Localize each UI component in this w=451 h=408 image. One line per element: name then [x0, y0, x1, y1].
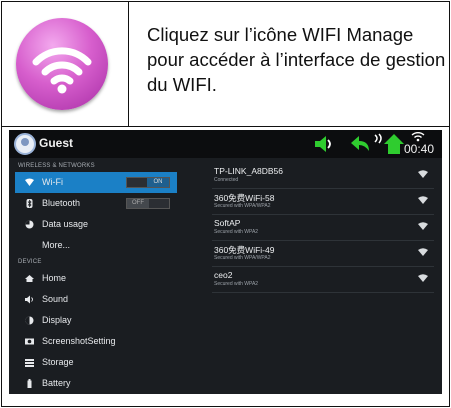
- toggle-state: OFF: [127, 199, 149, 208]
- network-status: Secured with WPA2: [214, 229, 259, 235]
- settings-menu: WIRELESS & NETWORKS Wi-Fi ON Bluetooth O…: [15, 160, 177, 394]
- back-icon[interactable]: [349, 133, 373, 155]
- bluetooth-toggle[interactable]: OFF: [126, 198, 170, 209]
- settings-item-label: Display: [42, 315, 72, 325]
- instruction-cell: Cliquez sur l’icône WIFI Manage pour acc…: [129, 2, 449, 126]
- settings-item-label: Data usage: [42, 219, 89, 229]
- settings-item-label: Sound: [42, 294, 69, 304]
- section-title-device: DEVICE: [18, 259, 42, 265]
- settings-item-home[interactable]: Home: [15, 268, 177, 289]
- battery-icon: [27, 379, 32, 388]
- wifi-signal-lock-icon: [418, 196, 428, 204]
- settings-item-label: Wi-Fi: [42, 177, 63, 187]
- avatar: [14, 133, 36, 155]
- wifi-toggle[interactable]: ON: [126, 177, 170, 188]
- section-title-wireless: WIRELESS & NETWORKS: [18, 163, 95, 169]
- volume-icon[interactable]: [313, 133, 335, 155]
- settings-item-storage[interactable]: Storage: [15, 352, 177, 373]
- recent-apps-icon[interactable]: [373, 133, 383, 145]
- network-name: ceo2: [214, 270, 233, 280]
- wifi-network-item[interactable]: 360免费WiFi-49 Secured with WPA/WPA2: [212, 241, 434, 267]
- wifi-signal-icon: [411, 132, 425, 142]
- network-name: TP-LINK_A8DB56: [214, 166, 283, 176]
- settings-item-label: Storage: [42, 357, 74, 367]
- settings-item-screenshot[interactable]: ScreenshotSetting: [15, 331, 177, 352]
- wifi-network-item[interactable]: ceo2 Secured with WPA2: [212, 267, 434, 293]
- wifi-manage-app-icon[interactable]: [16, 18, 108, 110]
- home-icon[interactable]: [383, 133, 405, 155]
- wifi-network-item[interactable]: TP-LINK_A8DB56 Connected: [212, 163, 434, 189]
- network-status: Secured with WPA2: [214, 281, 259, 287]
- settings-item-display[interactable]: Display: [15, 310, 177, 331]
- settings-item-label: Home: [42, 273, 67, 283]
- network-status: Secured with WPA/WPA2: [214, 255, 271, 261]
- wifi-signal-lock-icon: [418, 222, 428, 230]
- icon-cell: [2, 2, 129, 126]
- wifi-signal-lock-icon: [418, 274, 428, 282]
- home-icon: [25, 275, 34, 282]
- wifi-network-item[interactable]: 360免费WiFi-58 Secured with WPA/WPA2: [212, 189, 434, 215]
- display-icon: [25, 316, 34, 325]
- network-status: Secured with WPA/WPA2: [214, 203, 271, 209]
- wifi-signal-lock-icon: [418, 248, 428, 256]
- settings-item-data-usage[interactable]: Data usage: [15, 214, 177, 235]
- clock: 00:40: [404, 142, 435, 156]
- settings-item-sound[interactable]: Sound: [15, 289, 177, 310]
- sound-icon: [25, 295, 33, 304]
- settings-item-bluetooth[interactable]: Bluetooth OFF: [15, 193, 177, 214]
- settings-screenshot: Guest 00:40 WIRELESS & NETWORKS Wi-Fi ON: [9, 130, 442, 394]
- wifi-icon: [25, 178, 34, 186]
- storage-icon: [25, 359, 34, 367]
- settings-item-more[interactable]: More...: [15, 235, 177, 256]
- user-name: Guest: [39, 136, 74, 150]
- status-bar: Guest 00:40: [9, 130, 442, 158]
- instruction-text: Cliquez sur l’icône WIFI Manage pour acc…: [147, 24, 446, 95]
- bluetooth-icon: [26, 199, 33, 208]
- settings-item-label: More...: [42, 240, 71, 250]
- instruction-row: Cliquez sur l’icône WIFI Manage pour acc…: [2, 2, 449, 127]
- settings-item-wifi[interactable]: Wi-Fi ON: [15, 172, 177, 193]
- settings-item-label: Bluetooth: [42, 198, 81, 208]
- network-name: SoftAP: [214, 218, 241, 228]
- settings-item-label: Battery: [42, 378, 71, 388]
- settings-item-label: ScreenshotSetting: [42, 336, 116, 346]
- wifi-network-list: TP-LINK_A8DB56 Connected 360免费WiFi-58 Se…: [212, 163, 434, 293]
- wifi-signal-icon: [418, 170, 428, 178]
- toggle-state: ON: [147, 178, 169, 187]
- network-status: Connected: [214, 177, 239, 183]
- screenshot-icon: [25, 338, 34, 345]
- data-usage-icon: [25, 220, 34, 229]
- settings-item-battery[interactable]: Battery: [15, 373, 177, 394]
- wifi-network-item[interactable]: SoftAP Secured with WPA2: [212, 215, 434, 241]
